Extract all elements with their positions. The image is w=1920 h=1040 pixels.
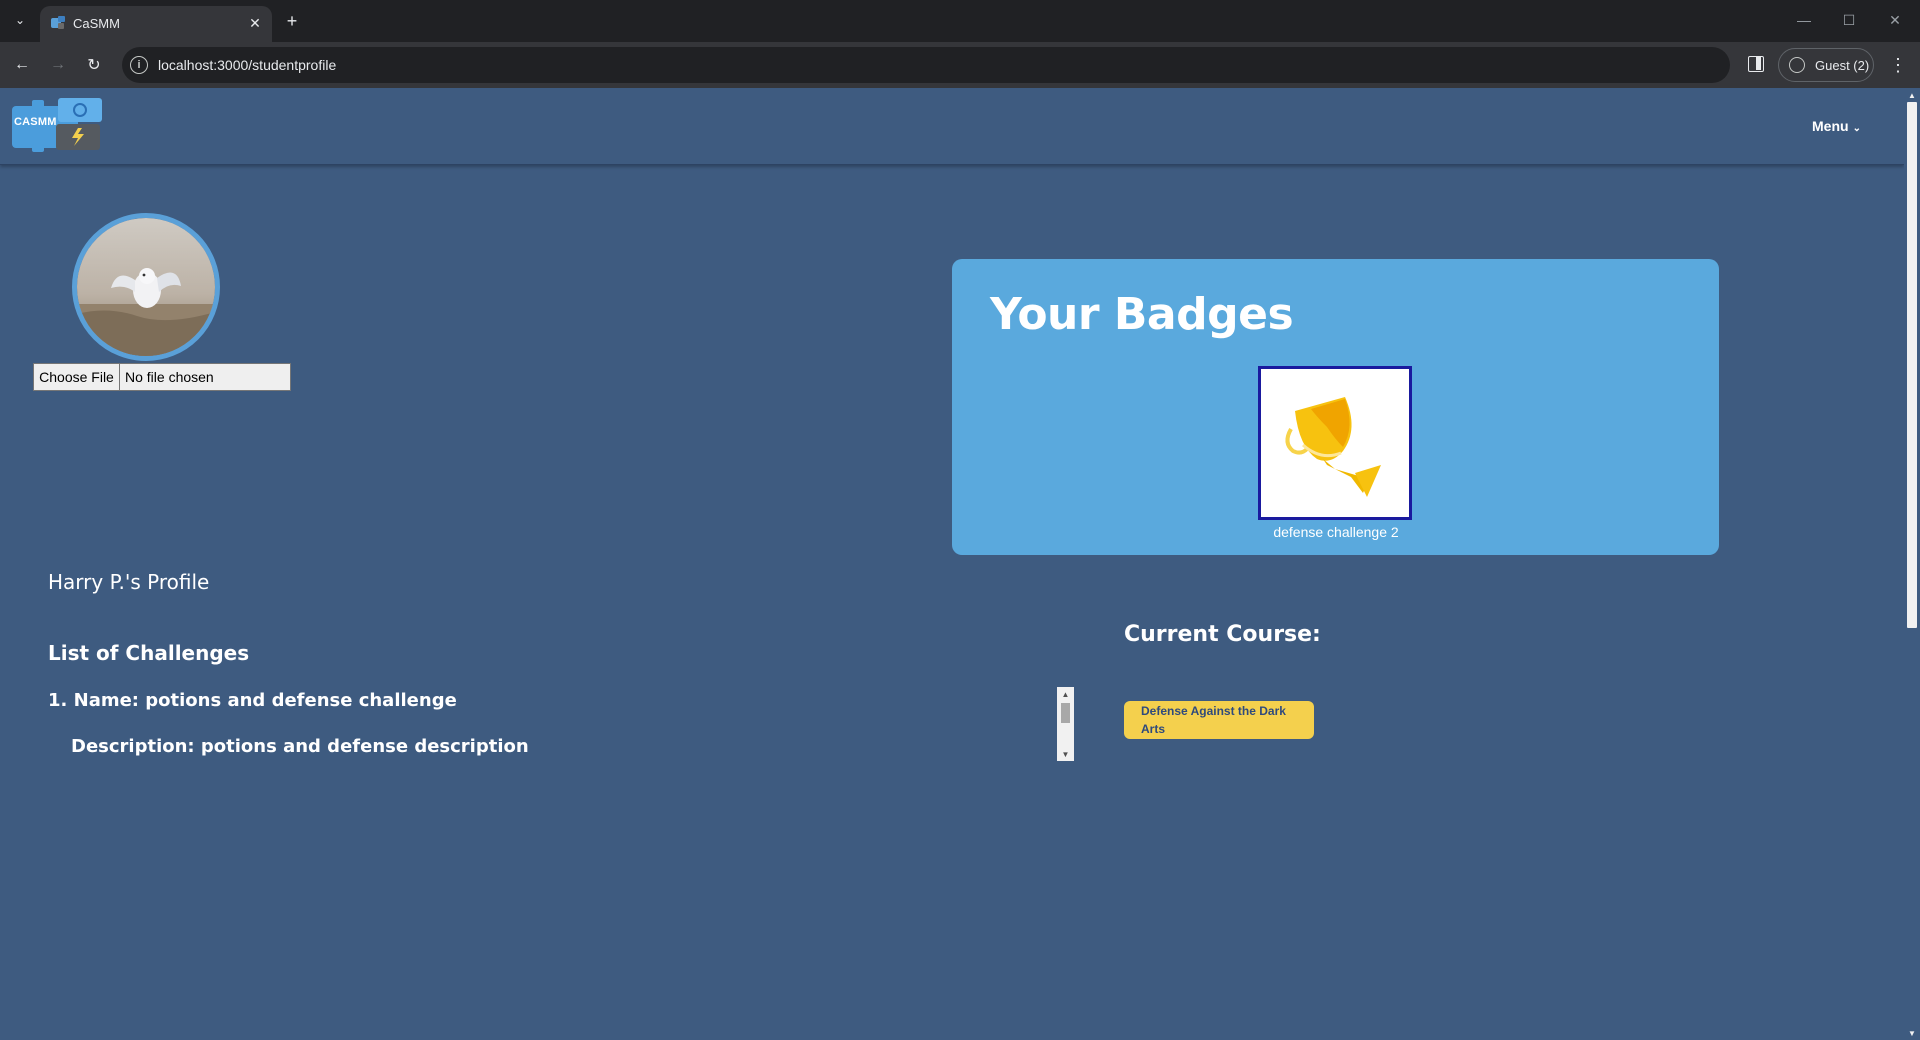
profile-button[interactable]: Guest (2) [1778, 48, 1874, 82]
challenge-name: 1. Name: potions and defense challenge [48, 690, 457, 711]
file-status-text: No file chosen [125, 369, 214, 385]
menu-button[interactable]: Menu ⌄ [1812, 118, 1861, 134]
tab-close-icon[interactable]: ✕ [246, 14, 264, 32]
trophy-icon [1285, 397, 1381, 497]
casmm-logo[interactable]: CASMM [12, 96, 104, 156]
browser-toolbar: ← → ↻ i localhost:3000/studentprofile Gu… [0, 42, 1920, 88]
scroll-down-arrow-icon[interactable]: ▼ [1057, 747, 1074, 761]
challenge-list-scrollbar[interactable]: ▲ ▼ [1057, 687, 1074, 761]
site-info-icon[interactable]: i [130, 56, 148, 74]
profile-label: Guest (2) [1815, 58, 1870, 73]
browser-tab[interactable]: CaSMM ✕ [40, 6, 272, 42]
browser-tabstrip: ⌄ CaSMM ✕ + — ☐ ✕ [0, 0, 1920, 42]
badge-tile[interactable] [1258, 366, 1412, 520]
address-bar[interactable]: i localhost:3000/studentprofile [122, 47, 1730, 83]
course-button[interactable]: Defense Against the Dark Arts [1124, 701, 1314, 739]
url-text[interactable]: localhost:3000/studentprofile [158, 57, 336, 73]
profile-title: Harry P.'s Profile [48, 570, 210, 594]
back-arrow-icon[interactable]: ← [10, 53, 34, 77]
tab-search-chevron-icon[interactable]: ⌄ [8, 8, 32, 32]
avatar-file-input[interactable]: Choose File No file chosen [33, 363, 291, 391]
page-content: CASMM Menu ⌄ Choose File No file chosen … [0, 88, 1904, 1040]
profile-avatar-icon [1789, 57, 1805, 73]
side-panel-icon[interactable] [1748, 56, 1764, 72]
menu-label: Menu [1812, 118, 1849, 134]
reload-icon[interactable]: ↻ [82, 53, 106, 77]
chevron-down-icon: ⌄ [1852, 123, 1861, 134]
badge-label: defense challenge 2 [1273, 524, 1399, 540]
forward-arrow-icon[interactable]: → [46, 53, 70, 77]
minimize-icon[interactable]: — [1790, 8, 1818, 32]
page-scroll-down-icon[interactable]: ▼ [1907, 1028, 1917, 1038]
page-scroll-thumb[interactable] [1907, 102, 1917, 628]
logo-text: CASMM [14, 116, 57, 128]
page-scroll-up-icon[interactable]: ▲ [1907, 90, 1917, 100]
profile-avatar [72, 213, 220, 361]
snowy-owl-photo [77, 218, 215, 356]
scroll-thumb[interactable] [1061, 703, 1070, 723]
scroll-up-arrow-icon[interactable]: ▲ [1057, 687, 1074, 701]
tab-title: CaSMM [73, 16, 120, 31]
maximize-icon[interactable]: ☐ [1835, 8, 1863, 32]
window-close-icon[interactable]: ✕ [1881, 8, 1909, 32]
browser-menu-icon[interactable]: ⋮ [1888, 53, 1908, 77]
challenges-title: List of Challenges [48, 641, 250, 665]
badges-card: Your Badges defense challenge 2 [952, 259, 1719, 555]
new-tab-icon[interactable]: + [280, 9, 304, 33]
choose-file-button[interactable]: Choose File [34, 364, 120, 390]
app-navbar: CASMM Menu ⌄ [0, 88, 1904, 165]
current-course-title: Current Course: [1124, 622, 1321, 647]
challenge-description: Description: potions and defense descrip… [71, 736, 529, 757]
casmm-favicon-icon [51, 16, 65, 29]
page-scrollbar[interactable]: ▲ ▼ [1904, 88, 1920, 1040]
badges-title: Your Badges [990, 289, 1294, 340]
